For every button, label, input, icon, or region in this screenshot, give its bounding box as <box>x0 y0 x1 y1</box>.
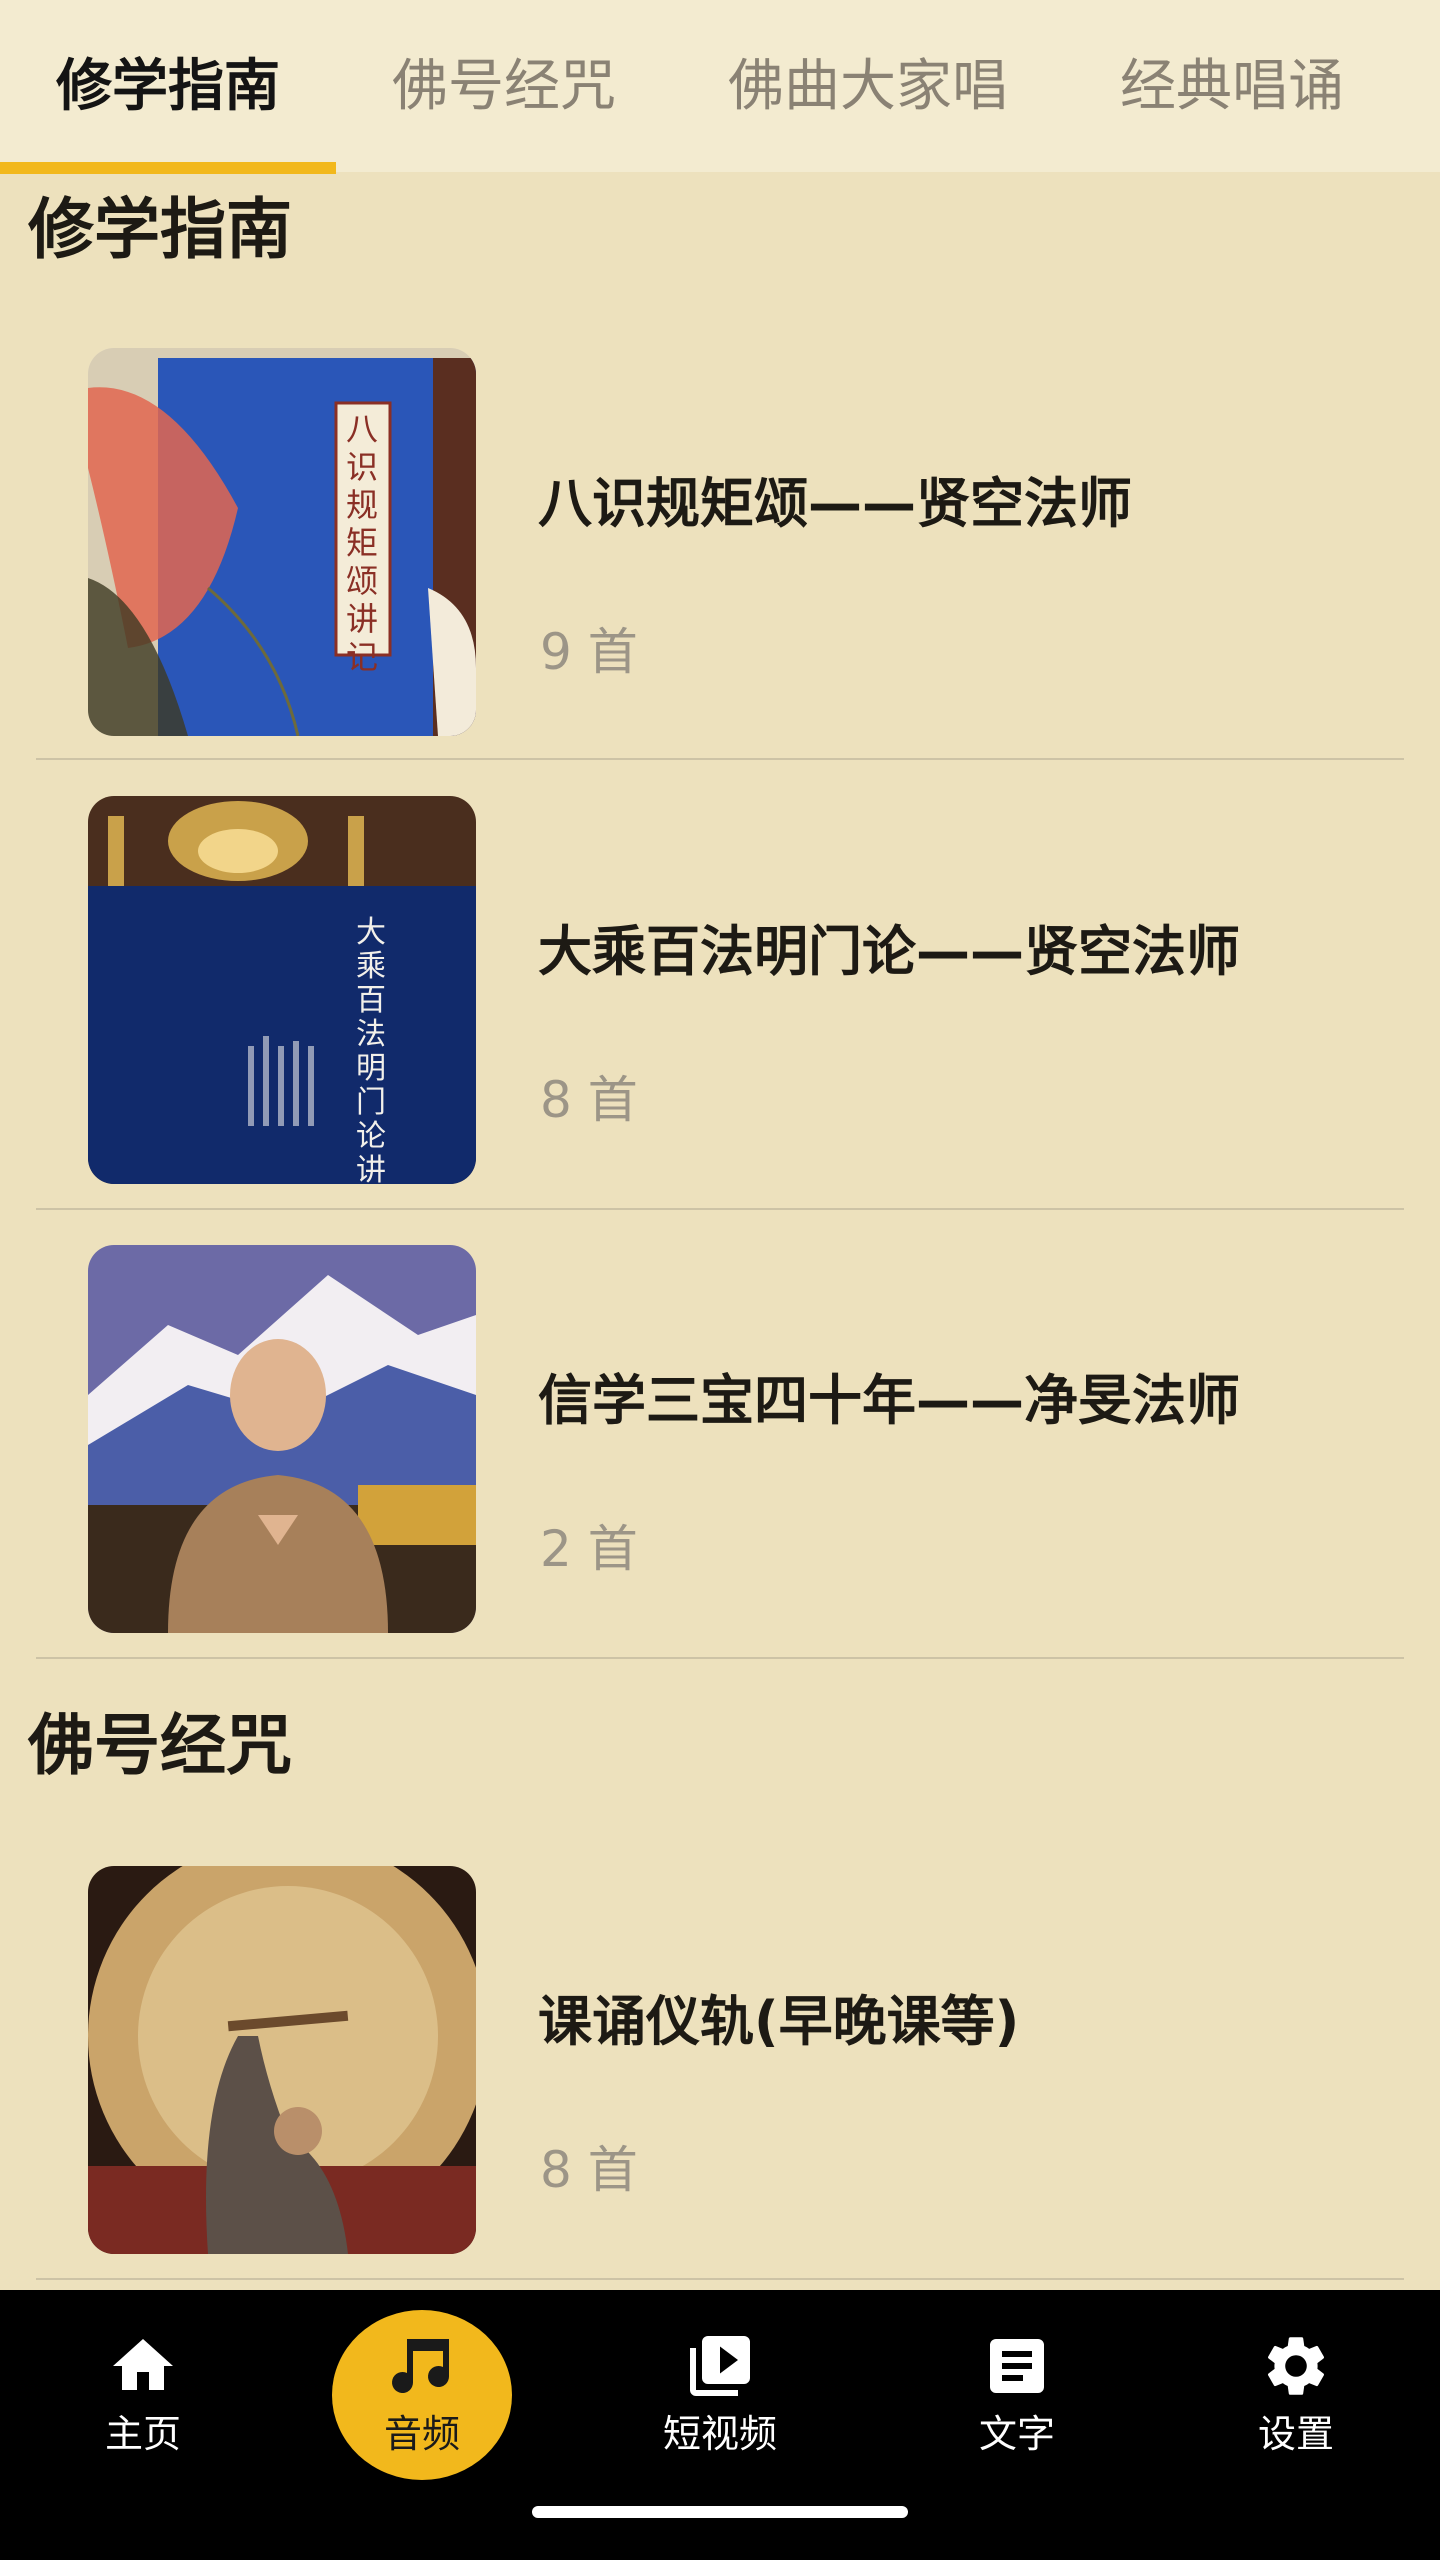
active-tab-indicator <box>0 162 336 174</box>
nav-audio[interactable]: 音频 <box>332 2330 512 2470</box>
gear-icon <box>1267 2337 1325 2395</box>
top-tab-bar: 修学指南 佛号经咒 佛曲大家唱 经典唱诵 <box>0 0 1440 174</box>
nav-label: 主页 <box>104 2412 181 2456</box>
cover-title-text: 八识规矩颂讲记 <box>346 410 379 676</box>
list-item[interactable]: 八识规矩颂讲记 八识规矩颂——贤空法师 9 首 <box>0 348 1440 796</box>
list-item[interactable]: 信学三宝四十年——净旻法师 2 首 <box>0 1245 1440 1693</box>
section-title-study-guide: 修学指南 <box>28 191 292 268</box>
nav-label: 短视频 <box>662 2412 777 2456</box>
list-divider <box>36 2278 1404 2280</box>
nav-settings[interactable]: 设置 <box>1206 2330 1386 2470</box>
list-divider <box>36 1657 1404 1659</box>
nav-home[interactable]: 主页 <box>53 2330 233 2470</box>
section-title-buddha-names-mantras: 佛号经咒 <box>28 1707 292 1784</box>
track-count: 9 首 <box>540 623 638 681</box>
article-icon <box>990 2339 1044 2393</box>
album-cover-image <box>88 1245 476 1633</box>
tab-buddha-names-mantras[interactable]: 佛号经咒 <box>392 52 616 122</box>
playlist-title: 八识规矩颂——贤空法师 <box>538 472 1132 535</box>
home-indicator-bar[interactable] <box>532 2506 908 2518</box>
playlist-title: 课诵仪轨(早晚课等) <box>538 1990 1020 2053</box>
tab-classic-chanting[interactable]: 经典唱诵 <box>1120 52 1344 122</box>
list-item[interactable]: 大乘百法明门论讲记 大乘百法明门论——贤空法师 8 首 <box>0 796 1440 1244</box>
list-item[interactable]: 课诵仪轨(早晚课等) 8 首 <box>0 1866 1440 2314</box>
cover-title-text: 大乘百法明门论讲记 <box>356 915 386 1185</box>
music-note-icon <box>392 2339 449 2394</box>
nav-label: 设置 <box>1257 2412 1334 2456</box>
list-divider <box>36 1208 1404 1210</box>
list-divider <box>36 758 1404 760</box>
bottom-navigation-bar: 主页 音频 短视频 文字 设置 <box>0 2290 1440 2560</box>
nav-text[interactable]: 文字 <box>927 2330 1107 2470</box>
nav-label: 文字 <box>978 2412 1055 2456</box>
video-library-icon <box>690 2336 750 2396</box>
track-count: 2 首 <box>540 1520 638 1578</box>
home-icon <box>113 2339 173 2390</box>
album-cover-image <box>88 1866 476 2254</box>
nav-label: 音频 <box>383 2412 460 2456</box>
track-count: 8 首 <box>540 2141 638 2199</box>
track-count: 8 首 <box>540 1071 638 1129</box>
playlist-title: 大乘百法明门论——贤空法师 <box>538 920 1240 983</box>
album-cover-image: 八识规矩颂讲记 <box>88 348 476 736</box>
nav-short-video[interactable]: 短视频 <box>630 2330 810 2470</box>
album-cover-image: 大乘百法明门论讲记 <box>88 796 476 1184</box>
playlist-title: 信学三宝四十年——净旻法师 <box>538 1369 1240 1432</box>
tab-buddhist-songs[interactable]: 佛曲大家唱 <box>728 52 1008 122</box>
tab-study-guide[interactable]: 修学指南 <box>56 52 280 122</box>
